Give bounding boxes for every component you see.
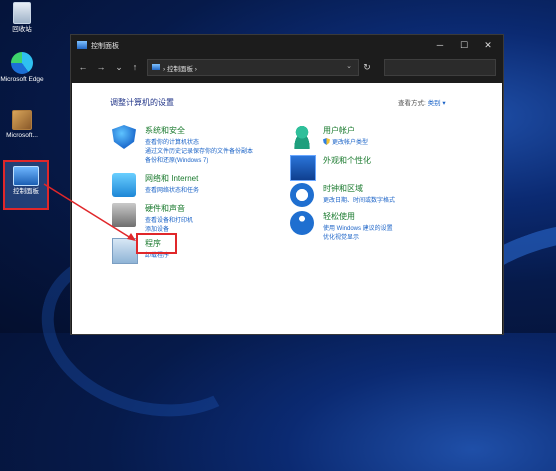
annotation-arrow [43,183,136,241]
